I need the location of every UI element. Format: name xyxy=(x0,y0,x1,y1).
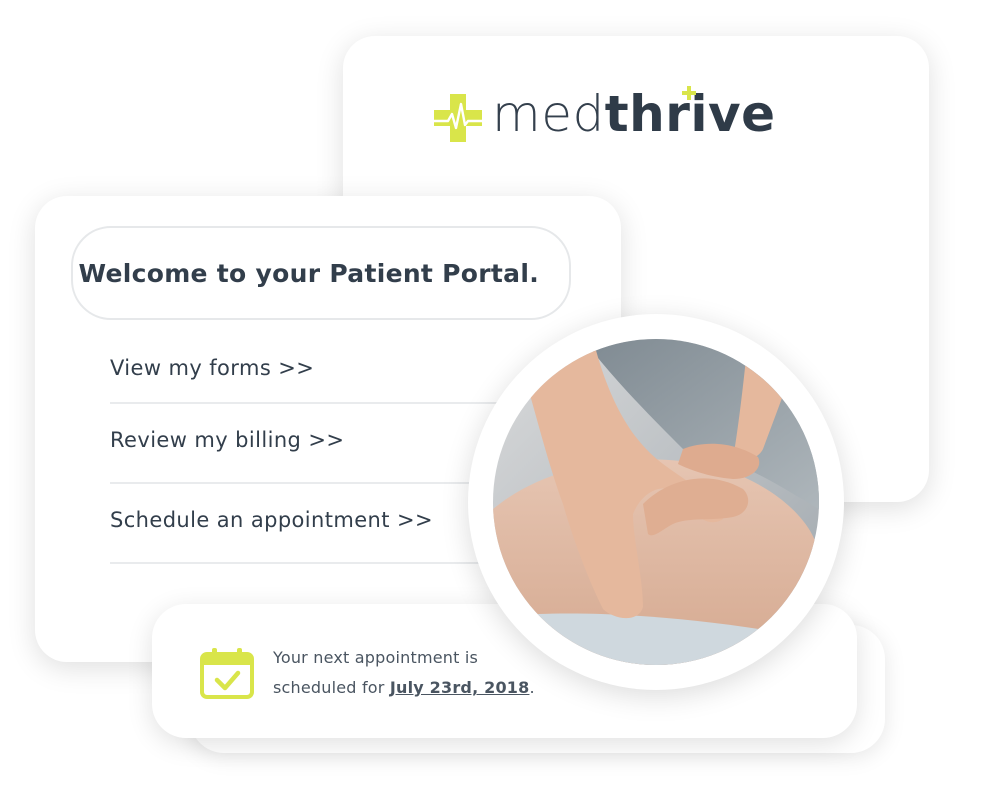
review-billing-link[interactable]: Review my billing >> xyxy=(110,404,510,484)
appointment-suffix: . xyxy=(529,678,535,697)
logo-wordmark: medthrive xyxy=(492,82,776,146)
logo-med: med xyxy=(492,85,605,143)
appointment-prefix: scheduled for xyxy=(273,678,390,697)
welcome-banner: Welcome to your Patient Portal. xyxy=(71,226,571,320)
schedule-appointment-link[interactable]: Schedule an appointment >> xyxy=(110,484,510,564)
appointment-line-2: scheduled for July 23rd, 2018. xyxy=(273,673,535,703)
appointment-date-link[interactable]: July 23rd, 2018 xyxy=(390,678,530,697)
appointment-line-1: Your next appointment is xyxy=(273,648,479,667)
portal-menu: View my forms >> Review my billing >> Sc… xyxy=(110,332,510,564)
plus-icon xyxy=(682,86,696,100)
medical-cross-icon xyxy=(434,94,482,142)
appointment-text: Your next appointment is scheduled for J… xyxy=(273,643,535,703)
view-forms-link[interactable]: View my forms >> xyxy=(110,332,510,404)
calendar-check-icon xyxy=(200,648,254,699)
massage-photo xyxy=(493,339,819,665)
